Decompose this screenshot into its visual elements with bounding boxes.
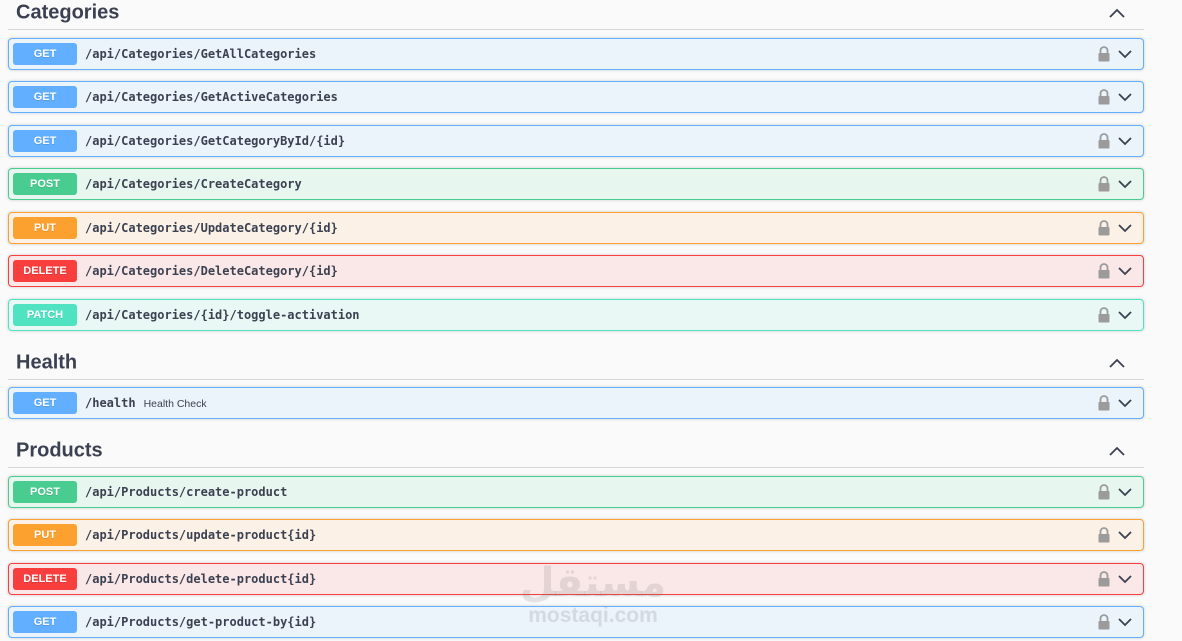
chevron-up-icon[interactable] [1108, 354, 1126, 372]
lock-icon[interactable] [1097, 484, 1111, 500]
chevron-down-icon[interactable] [1117, 89, 1133, 105]
operation-path: /api/Categories/GetCategoryById/{id} [85, 134, 346, 148]
lock-icon[interactable] [1097, 395, 1111, 411]
lock-icon[interactable] [1097, 614, 1111, 630]
chevron-down-icon[interactable] [1117, 484, 1133, 500]
method-badge: DELETE [13, 568, 77, 590]
tag-title: Products [16, 439, 103, 461]
operation-summary: Health Check [143, 398, 207, 410]
lock-icon[interactable] [1097, 89, 1111, 105]
operation-path: /api/Products/get-product-by{id} [85, 615, 317, 629]
operation-put-update-category[interactable]: PUT /api/Categories/UpdateCategory/{id} [8, 212, 1144, 244]
chevron-down-icon[interactable] [1117, 176, 1133, 192]
chevron-down-icon[interactable] [1117, 307, 1133, 323]
operation-path: /api/Categories/UpdateCategory/{id} [85, 221, 338, 235]
tag-header-categories[interactable]: Categories [8, 0, 1144, 30]
lock-icon[interactable] [1097, 307, 1111, 323]
method-badge: GET [13, 392, 77, 414]
lock-icon[interactable] [1097, 176, 1111, 192]
method-badge: POST [13, 481, 77, 503]
tag-title: Categories [16, 1, 120, 23]
lock-icon[interactable] [1097, 46, 1111, 62]
lock-icon[interactable] [1097, 133, 1111, 149]
operation-path: /api/Categories/GetAllCategories [85, 47, 317, 61]
operation-delete-product[interactable]: DELETE /api/Products/delete-product{id} [8, 563, 1144, 595]
chevron-down-icon[interactable] [1117, 527, 1133, 543]
operation-get-product-by-id[interactable]: GET /api/Products/get-product-by{id} [8, 606, 1144, 638]
method-badge: POST [13, 173, 77, 195]
chevron-down-icon[interactable] [1117, 571, 1133, 587]
chevron-down-icon[interactable] [1117, 395, 1133, 411]
operation-post-create-category[interactable]: POST /api/Categories/CreateCategory [8, 168, 1144, 200]
operation-path: /health Health Check [85, 396, 207, 410]
method-badge: PUT [13, 524, 77, 546]
method-badge: GET [13, 130, 77, 152]
lock-icon[interactable] [1097, 571, 1111, 587]
method-badge: GET [13, 86, 77, 108]
method-badge: GET [13, 611, 77, 633]
lock-icon[interactable] [1097, 527, 1111, 543]
tag-header-products[interactable]: Products [8, 434, 1144, 468]
chevron-down-icon[interactable] [1117, 220, 1133, 236]
operation-patch-toggle-activation[interactable]: PATCH /api/Categories/{id}/toggle-activa… [8, 299, 1144, 331]
chevron-up-icon[interactable] [1108, 442, 1126, 460]
operation-path: /api/Categories/DeleteCategory/{id} [85, 264, 338, 278]
operation-path: /api/Products/delete-product{id} [85, 572, 317, 586]
operation-get-active-categories[interactable]: GET /api/Categories/GetActiveCategories [8, 81, 1144, 113]
operation-delete-category[interactable]: DELETE /api/Categories/DeleteCategory/{i… [8, 255, 1144, 287]
operation-get-all-categories[interactable]: GET /api/Categories/GetAllCategories [8, 38, 1144, 70]
method-badge: DELETE [13, 260, 77, 282]
tag-title: Health [16, 351, 78, 373]
operation-path: /api/Categories/CreateCategory [85, 177, 302, 191]
operation-path: /api/Products/update-product{id} [85, 528, 317, 542]
operation-get-category-by-id[interactable]: GET /api/Categories/GetCategoryById/{id} [8, 125, 1144, 157]
chevron-down-icon[interactable] [1117, 614, 1133, 630]
tag-header-health[interactable]: Health [8, 346, 1144, 380]
method-badge: GET [13, 43, 77, 65]
operation-get-health[interactable]: GET /health Health Check [8, 387, 1144, 419]
lock-icon[interactable] [1097, 263, 1111, 279]
lock-icon[interactable] [1097, 220, 1111, 236]
chevron-down-icon[interactable] [1117, 46, 1133, 62]
method-badge: PUT [13, 217, 77, 239]
method-badge: PATCH [13, 304, 77, 326]
operation-path: /api/Categories/GetActiveCategories [85, 90, 338, 104]
operation-path: /api/Products/create-product [85, 485, 288, 499]
chevron-down-icon[interactable] [1117, 133, 1133, 149]
swagger-operations-list: Categories GET /api/Categories/GetAllCat… [0, 0, 1182, 641]
operation-path: /api/Categories/{id}/toggle-activation [85, 308, 360, 322]
chevron-down-icon[interactable] [1117, 263, 1133, 279]
operation-put-update-product[interactable]: PUT /api/Products/update-product{id} [8, 519, 1144, 551]
chevron-up-icon[interactable] [1108, 4, 1126, 22]
operation-post-create-product[interactable]: POST /api/Products/create-product [8, 476, 1144, 508]
